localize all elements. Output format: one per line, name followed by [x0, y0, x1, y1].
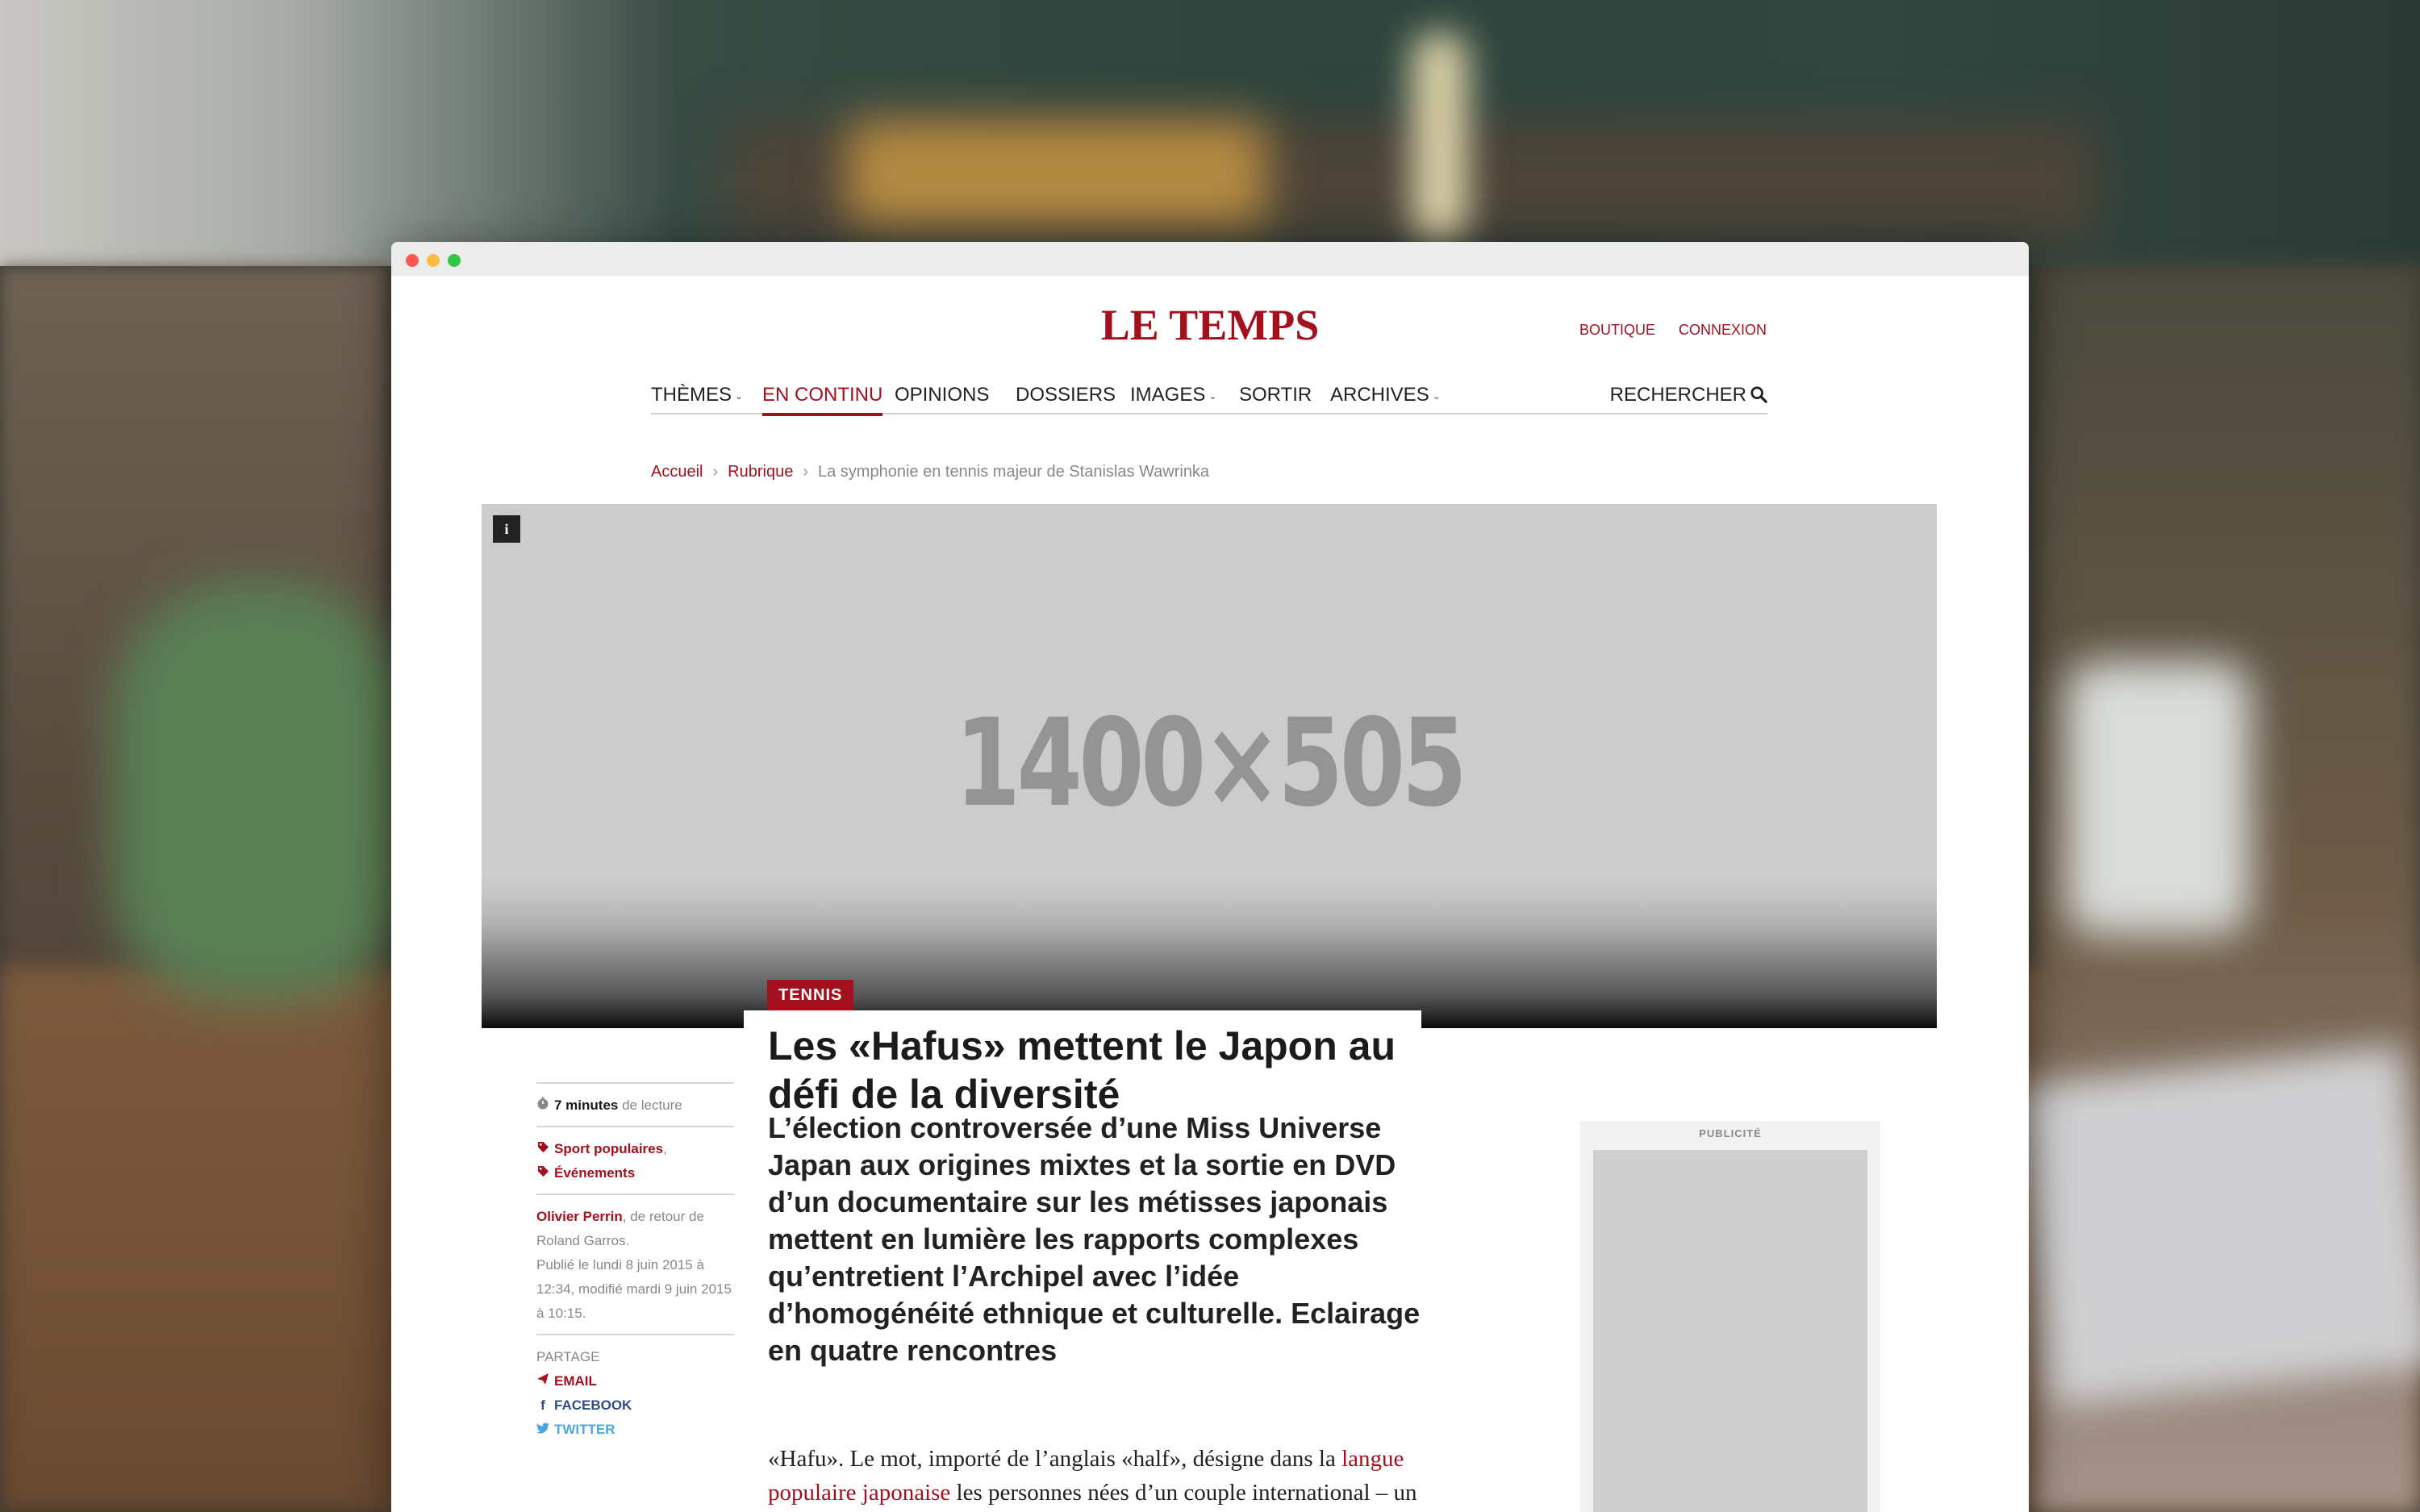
utility-links: BOUTIQUE CONNEXION [1560, 322, 1767, 339]
connexion-link[interactable]: CONNEXION [1679, 322, 1767, 338]
share-label: PARTAGE [536, 1349, 600, 1364]
author-name[interactable]: Olivier Perrin [536, 1209, 623, 1224]
breadcrumb-accueil[interactable]: Accueil [651, 463, 703, 481]
nav-item-label: ARCHIVES [1330, 384, 1429, 406]
paper-plane-icon [536, 1369, 549, 1393]
browser-window: LE TEMPS BOUTIQUE CONNEXION THÈMES ⌄ EN C… [391, 242, 2029, 1512]
reading-time-value: 7 minutes [554, 1098, 619, 1113]
background-lamp [1412, 32, 1468, 242]
article-meta-column: 7 minutes de lecture Sport populaires, É… [536, 1082, 734, 1450]
window-titlebar [391, 242, 2029, 277]
chevron-down-icon: ⌄ [1432, 389, 1441, 402]
search-button[interactable]: RECHERCHER [1610, 384, 1767, 406]
article-tags: Sport populaires, Événements [536, 1126, 734, 1193]
tag-icon [536, 1161, 549, 1185]
share-twitter-button[interactable]: TWITTER [536, 1418, 734, 1442]
chevron-down-icon: ⌄ [735, 389, 744, 402]
nav-item-images[interactable]: IMAGES ⌄ [1130, 384, 1216, 406]
ad-slot[interactable] [1593, 1150, 1867, 1512]
search-label: RECHERCHER [1609, 384, 1746, 406]
ad-label: PUBLICITÉ [1699, 1127, 1762, 1139]
breadcrumb: Accueil › Rubrique › La symphonie en tennis … [651, 463, 1209, 481]
nav-item-themes[interactable]: THÈMES ⌄ [651, 384, 743, 406]
facebook-icon: f [540, 1397, 545, 1413]
tag-label: Sport populaires [554, 1141, 664, 1156]
placeholder-dimensions: 1400×505 [954, 694, 1467, 834]
background-plant [113, 581, 403, 1000]
maximize-window-button[interactable] [448, 254, 461, 267]
article-lead: L’élection controversée d’une Miss Unive… [768, 1111, 1421, 1367]
share-block: PARTAGE EMAIL f FACEBOOK TWITTER [536, 1334, 734, 1450]
publication-date: Publié le lundi 8 juin 2015 à 12:34, mod… [536, 1257, 732, 1321]
image-info-button[interactable]: i [493, 515, 520, 543]
nav-item-en-continu[interactable]: EN CONTINU [762, 384, 883, 416]
nav-item-label: THÈMES [651, 384, 732, 406]
nav-item-archives[interactable]: ARCHIVES ⌄ [1330, 384, 1441, 406]
share-facebook-button[interactable]: f FACEBOOK [536, 1393, 734, 1418]
tag-icon [536, 1137, 549, 1161]
breadcrumb-rubrique[interactable]: Rubrique [728, 463, 793, 481]
hero-image-placeholder: i 1400×505 [482, 504, 1937, 1028]
search-icon [1750, 386, 1767, 403]
close-window-button[interactable] [406, 254, 419, 267]
tag-separator: , [663, 1141, 667, 1156]
tag-item[interactable]: Événements [536, 1161, 734, 1185]
reading-time: 7 minutes de lecture [536, 1082, 734, 1126]
nav-item-label: OPINIONS [895, 384, 990, 406]
tag-item[interactable]: Sport populaires, [536, 1137, 734, 1161]
site-logo[interactable]: LE TEMPS [391, 300, 2029, 350]
background-paper [2017, 1045, 2420, 1406]
main-navigation: THÈMES ⌄ EN CONTINU OPINIONS DOSSIERS IMA… [651, 379, 1767, 416]
nav-item-opinions[interactable]: OPINIONS [895, 384, 989, 406]
category-tag[interactable]: TENNIS [767, 980, 854, 1010]
share-email-label: EMAIL [554, 1373, 597, 1389]
author-info: Olivier Perrin, de retour de Roland Garr… [536, 1193, 734, 1334]
breadcrumb-current: La symphonie en tennis majeur de Stanisl… [818, 463, 1210, 481]
twitter-bird-icon [536, 1418, 549, 1442]
nav-item-label: EN CONTINU [762, 384, 883, 406]
reading-time-suffix: de lecture [622, 1098, 682, 1113]
background-box [847, 121, 1266, 226]
breadcrumb-separator-icon: › [803, 463, 808, 481]
article-body: «Hafu». Le mot, importé de l’anglais «ha… [768, 1442, 1429, 1512]
share-facebook-label: FACEBOOK [554, 1397, 632, 1413]
article-title: Les «Hafus» mettent le Japon au défi de … [768, 1023, 1396, 1117]
advertisement-block: PUBLICITÉ [1580, 1121, 1880, 1512]
nav-item-label: IMAGES [1130, 384, 1206, 406]
chevron-down-icon: ⌄ [1208, 389, 1217, 402]
share-email-button[interactable]: EMAIL [536, 1369, 734, 1393]
boutique-link[interactable]: BOUTIQUE [1579, 322, 1655, 338]
article-page: LE TEMPS BOUTIQUE CONNEXION THÈMES ⌄ EN C… [391, 276, 2029, 1512]
nav-item-dossiers[interactable]: DOSSIERS [1016, 384, 1116, 406]
background-mug [2065, 661, 2251, 935]
nav-item-sortir[interactable]: SORTIR [1239, 384, 1312, 406]
share-twitter-label: TWITTER [554, 1422, 615, 1437]
nav-item-label: SORTIR [1239, 384, 1312, 406]
minimize-window-button[interactable] [427, 254, 440, 267]
breadcrumb-separator-icon: › [712, 463, 719, 481]
stopwatch-icon [536, 1093, 549, 1118]
tag-label: Événements [554, 1165, 636, 1181]
nav-item-label: DOSSIERS [1016, 384, 1116, 406]
body-text-start: «Hafu». Le mot, importé de l’anglais «ha… [768, 1446, 1342, 1472]
